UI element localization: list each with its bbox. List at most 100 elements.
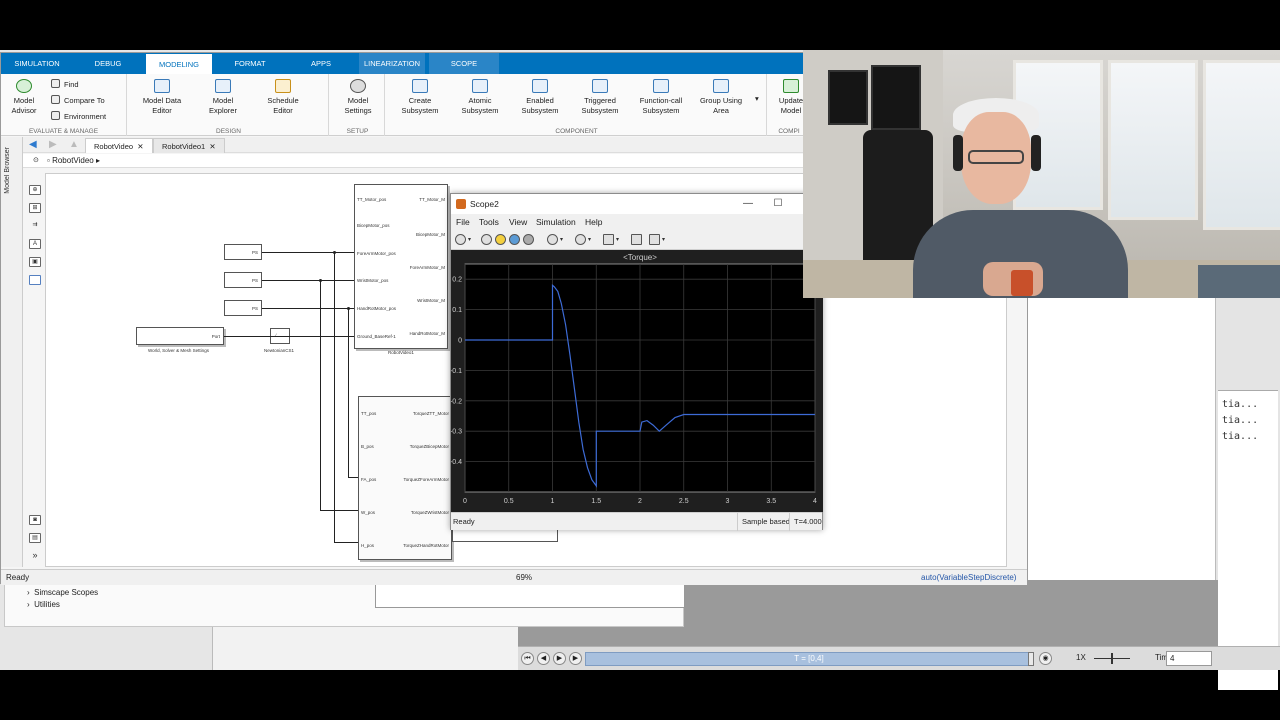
more-button[interactable]: ▾ [755, 94, 759, 103]
highlight-icon[interactable] [547, 234, 558, 245]
forward-arrow-icon[interactable]: ▶ [49, 139, 57, 150]
ps-converter-block[interactable]: PS [224, 244, 262, 260]
cursor-icon[interactable] [631, 234, 642, 245]
schedule-editor-button[interactable]: Schedule Editor [257, 79, 309, 116]
output-port: WristMotor_M [417, 298, 445, 303]
arrows-icon[interactable]: ⇉ [29, 221, 41, 231]
tab-simulation[interactable]: SIMULATION [1, 53, 73, 74]
zoom-icon[interactable] [575, 234, 586, 245]
close-icon[interactable]: ✕ [209, 142, 215, 151]
step-back-button[interactable]: ◀ [537, 652, 550, 665]
back-arrow-icon[interactable]: ◀ [29, 139, 37, 150]
breadcrumb-item[interactable]: ▫ RobotVideo ▸ [47, 156, 100, 165]
image-icon[interactable]: ▣ [29, 257, 41, 267]
model-settings-button[interactable]: Model Settings [337, 79, 379, 116]
tab-robotvideo1[interactable]: RobotVideo1 ✕ [153, 138, 225, 153]
run-icon[interactable] [509, 234, 520, 245]
model-data-editor-button[interactable]: Model Data Editor [135, 79, 189, 116]
fit-view-icon[interactable]: ⊞ [29, 203, 41, 213]
scope-toolbar: ▾ ▾ ▾ ▾ ▾ [451, 230, 822, 250]
tab-modeling[interactable]: MODELING [145, 53, 213, 74]
hide-icon[interactable]: ⊙ [33, 156, 39, 164]
model-advisor-button[interactable]: Model Advisor [7, 79, 41, 116]
autoscale-icon[interactable] [603, 234, 614, 245]
model-browser-label[interactable]: Model Browser [4, 147, 11, 194]
environment-button[interactable]: Environment [51, 111, 106, 121]
ps-converter-block[interactable]: PS [224, 272, 262, 288]
chevron-down-icon[interactable]: ▾ [662, 236, 665, 243]
window-pane [1203, 60, 1280, 230]
chart-title: <Torque> [623, 253, 657, 262]
chevron-down-icon[interactable]: ▾ [468, 236, 471, 243]
scope-title-bar: Scope2 — ☐ [451, 194, 822, 214]
library-item-utilities[interactable]: › Utilities [27, 600, 60, 609]
solver-link[interactable]: auto(VariableStepDiscrete) [921, 570, 1016, 586]
tab-scope[interactable]: SCOPE [429, 53, 499, 74]
menu-simulation[interactable]: Simulation [536, 217, 576, 227]
stop-icon[interactable] [495, 234, 506, 245]
annotation-icon[interactable]: A [29, 239, 41, 249]
output-port: ForeArmMotor_M [409, 265, 445, 270]
output-port: TorqueZTT_Motor [412, 411, 449, 416]
step-forward-button[interactable]: ▶ [569, 652, 582, 665]
chevron-down-icon[interactable]: ▾ [616, 236, 619, 243]
function-call-subsystem-button[interactable]: Function-call Subsystem [631, 79, 691, 116]
compare-to-button[interactable]: Compare To [51, 95, 105, 105]
scope-window: Scope2 — ☐ File Tools View Simulation He… [450, 193, 823, 531]
x-tick-label: 2.5 [679, 498, 689, 505]
library-item-simscape-scopes[interactable]: › Simscape Scopes [27, 588, 98, 597]
screen: tia... tia... tia... › Simscape Scopes ›… [0, 0, 1280, 720]
tab-format[interactable]: FORMAT [215, 53, 285, 74]
playback-knob[interactable] [1028, 652, 1034, 666]
maximize-button[interactable]: ☐ [771, 197, 785, 211]
solver-settings-block[interactable]: Port [136, 327, 224, 345]
create-subsystem-button[interactable]: Create Subsystem [393, 79, 447, 116]
model-explorer-button[interactable]: Model Explorer [197, 79, 249, 116]
tab-debug[interactable]: DEBUG [73, 53, 143, 74]
block-caption: NewtonianCS1 [264, 348, 295, 353]
skip-start-button[interactable]: ⏮ [521, 652, 534, 665]
scope-menu-bar: File Tools View Simulation Help [451, 214, 822, 230]
time-input[interactable]: 4 [1166, 651, 1212, 666]
torque-subsystem-block[interactable]: TT_pos B_pos FA_pos W_pos H_pos TorqueZT… [358, 396, 452, 560]
branch-point [319, 279, 322, 282]
tab-linearization[interactable]: LINEARIZATION [359, 53, 425, 74]
tab-robotvideo[interactable]: RobotVideo ✕ [85, 138, 153, 153]
step-back-icon[interactable] [481, 234, 492, 245]
subsystem-icon [532, 79, 548, 93]
triggered-subsystem-button[interactable]: Triggered Subsystem [573, 79, 627, 116]
menu-help[interactable]: Help [585, 217, 602, 227]
up-arrow-icon[interactable]: ▲ [69, 139, 79, 150]
status-bar: Ready 69% auto(VariableStepDiscrete) [1, 569, 1027, 585]
atomic-subsystem-button[interactable]: Atomic Subsystem [453, 79, 507, 116]
settings-icon[interactable] [455, 234, 466, 245]
tab-apps[interactable]: APPS [287, 53, 355, 74]
area-tool-icon[interactable] [29, 275, 41, 285]
zoom-icon[interactable]: ⊕ [29, 185, 41, 195]
measure-icon[interactable] [649, 234, 660, 245]
properties-icon[interactable]: ▤ [29, 533, 41, 543]
minimize-button[interactable]: — [741, 197, 755, 211]
model-settings-label: Model Settings [344, 96, 372, 115]
menu-file[interactable]: File [456, 217, 470, 227]
record-button[interactable]: ◉ [1039, 652, 1052, 665]
enabled-subsystem-button[interactable]: Enabled Subsystem [513, 79, 567, 116]
menu-tools[interactable]: Tools [479, 217, 499, 227]
expand-icon[interactable]: » [29, 551, 41, 561]
scope-plot[interactable]: <Torque> 0 0.5 1 1.5 2 2.5 3 3.5 4 0.2 0.1 0 -0.1 -0.2… [451, 250, 823, 512]
step-forward-icon[interactable] [523, 234, 534, 245]
chevron-down-icon[interactable]: ▾ [588, 236, 591, 243]
find-label: Find [64, 80, 79, 89]
chevron-down-icon[interactable]: ▾ [560, 236, 563, 243]
playback-track[interactable]: T = [0,4] [585, 652, 1034, 666]
ps-converter-block[interactable]: PS [224, 300, 262, 316]
close-icon[interactable]: ✕ [137, 142, 143, 151]
robot-subsystem-block[interactable]: TT_Motor_pos BicepMotor_pos ForeArmMotor… [354, 184, 448, 349]
group-using-area-button[interactable]: Group Using Area [693, 79, 749, 116]
camera-icon[interactable]: ◙ [29, 515, 41, 525]
find-button[interactable]: Find [51, 79, 79, 89]
speed-slider[interactable] [1094, 653, 1130, 664]
play-button[interactable]: ▶ [553, 652, 566, 665]
scope-status-bar: Ready Sample based T=4.000 [451, 512, 822, 531]
menu-view[interactable]: View [509, 217, 527, 227]
